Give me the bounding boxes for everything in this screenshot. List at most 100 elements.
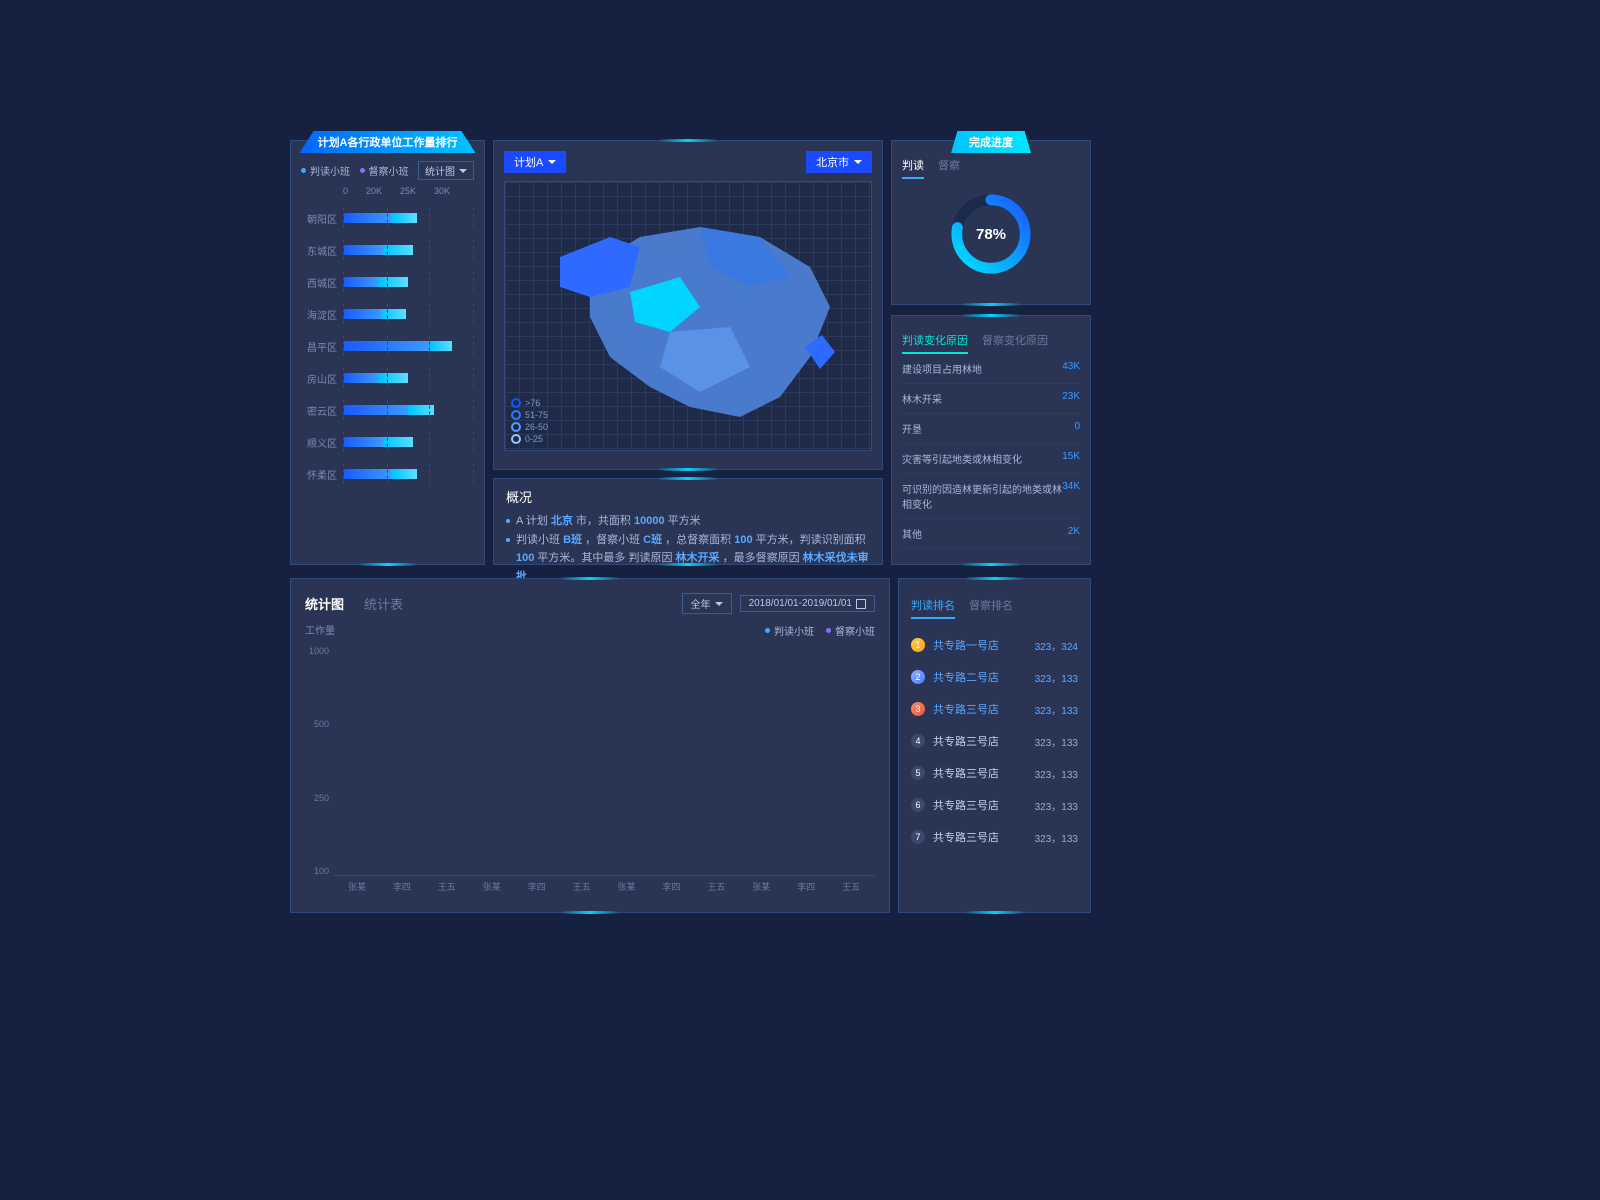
ranking-title: 计划A各行政单位工作量排行 xyxy=(300,131,476,153)
rank-name: 共专路三号店 xyxy=(933,829,1027,845)
rank-value: 323，133 xyxy=(1035,798,1078,813)
rank-track xyxy=(343,400,474,420)
rank-label: 顺义区 xyxy=(301,435,343,450)
reason-tabs: 判读变化原因 督察变化原因 xyxy=(902,332,1080,354)
ranking-panel: 计划A各行政单位工作量排行 判读小班 督察小班 统计图 0 20K 25K 30… xyxy=(290,140,485,565)
x-tick-label: 李四 xyxy=(788,880,824,893)
map-toolbar: 计划A 北京市 xyxy=(504,151,872,173)
ranklist-panel: 判读排名 督察排名 1 共专路一号店 323，324 2 共专路二号店 323，… xyxy=(898,578,1091,913)
y-axis: 1000500250100 xyxy=(305,646,333,876)
reason-row: 可识别的因造林更新引起的地类或林相变化34K xyxy=(902,474,1080,519)
reason-row: 建设项目占用林地43K xyxy=(902,354,1080,384)
rank-name: 共专路三号店 xyxy=(933,701,1027,717)
chart-tab-table[interactable]: 统计表 xyxy=(364,594,403,613)
overview-line-1: A 计划 北京 市，共面积 10000 平方米 xyxy=(506,512,870,531)
ranklist-row[interactable]: 3 共专路三号店 323，133 xyxy=(911,693,1078,725)
ranking-axis: 0 20K 25K 30K xyxy=(343,186,474,196)
rank-bar xyxy=(344,469,417,479)
rank-track xyxy=(343,208,474,228)
rank-label: 房山区 xyxy=(301,371,343,386)
x-tick-label: 王五 xyxy=(429,880,465,893)
rank-track xyxy=(343,240,474,260)
reason-panel: 判读变化原因 督察变化原因 建设项目占用林地43K林木开采23K开垦0 灾害等引起… xyxy=(891,315,1091,565)
x-tick-label: 李四 xyxy=(384,880,420,893)
dot-icon xyxy=(826,628,831,633)
chevron-down-icon xyxy=(548,160,556,164)
ranklist-row[interactable]: 2 共专路二号店 323，133 xyxy=(911,661,1078,693)
ranklist-row[interactable]: 5 共专路三号店 323，133 xyxy=(911,757,1078,789)
tab-inspect-rank[interactable]: 督察排名 xyxy=(969,597,1013,619)
tab-judge-reason[interactable]: 判读变化原因 xyxy=(902,332,968,354)
progress-tabs: 判读 督察 xyxy=(902,157,1080,179)
rank-bar xyxy=(344,309,406,319)
ranking-row: 海淀区 xyxy=(301,298,474,330)
rank-name: 共专路二号店 xyxy=(933,669,1027,685)
chart-panel: 统计图 统计表 全年 2018/01/01-2019/01/01 工作量 判读小… xyxy=(290,578,890,913)
reason-row: 开垦0 xyxy=(902,414,1080,444)
map-legend: >7651-7526-500-25 xyxy=(511,396,548,444)
chart-header: 统计图 统计表 全年 2018/01/01-2019/01/01 xyxy=(305,593,875,614)
chevron-down-icon xyxy=(459,169,467,173)
ranklist-row[interactable]: 4 共专路三号店 323，133 xyxy=(911,725,1078,757)
plan-dropdown[interactable]: 计划A xyxy=(504,151,566,173)
rank-badge: 2 xyxy=(911,670,925,684)
city-dropdown[interactable]: 北京市 xyxy=(806,151,872,173)
dot-icon xyxy=(360,168,365,173)
x-tick-label: 李四 xyxy=(653,880,689,893)
map-legend-row: 26-50 xyxy=(511,422,548,432)
reason-row: 林木开采23K xyxy=(902,384,1080,414)
dot-icon xyxy=(301,168,306,173)
donut-chart: 78% xyxy=(902,179,1080,289)
reason-value: 2K xyxy=(1068,526,1080,541)
ranking-row: 西城区 xyxy=(301,266,474,298)
ring-icon xyxy=(511,434,521,444)
reason-name: 其他 xyxy=(902,526,922,541)
bars-region xyxy=(333,646,875,876)
rank-track xyxy=(343,464,474,484)
x-tick-label: 王五 xyxy=(564,880,600,893)
rank-track xyxy=(343,272,474,292)
rank-value: 323，133 xyxy=(1035,702,1078,717)
chart-controls: 全年 2018/01/01-2019/01/01 xyxy=(682,593,875,614)
legend-item-1: 判读小班 xyxy=(301,163,350,178)
x-tick-label: 王五 xyxy=(833,880,869,893)
ranklist-row[interactable]: 1 共专路一号店 323，324 xyxy=(911,629,1078,661)
progress-panel: 完成进度 判读 督察 78% xyxy=(891,140,1091,305)
chevron-down-icon xyxy=(715,602,723,606)
chart-area: 1000500250100 xyxy=(305,646,875,876)
rank-name: 共专路一号店 xyxy=(933,637,1027,653)
period-dropdown[interactable]: 全年 xyxy=(682,593,732,614)
ranking-view-selector[interactable]: 统计图 xyxy=(418,161,474,180)
china-map-svg xyxy=(550,197,850,427)
chart-tab-chart[interactable]: 统计图 xyxy=(305,594,344,613)
reason-list: 建设项目占用林地43K林木开采23K开垦0 灾害等引起地类或林相变化 15K 可识别的… xyxy=(902,354,1080,549)
reason-name: 灾害等引起地类或林相变化 xyxy=(902,451,1022,466)
ranklist-tabs: 判读排名 督察排名 xyxy=(911,597,1078,619)
x-axis-labels: 张某李四王五张某李四王五张某李四王五张某李四王五 xyxy=(333,876,875,893)
rank-label: 怀柔区 xyxy=(301,467,343,482)
ring-icon xyxy=(511,410,521,420)
rank-label: 昌平区 xyxy=(301,339,343,354)
date-range-picker[interactable]: 2018/01/01-2019/01/01 xyxy=(740,595,875,612)
ring-icon xyxy=(511,422,521,432)
ranking-row: 朝阳区 xyxy=(301,202,474,234)
map-area[interactable]: >7651-7526-500-25 xyxy=(504,181,872,451)
x-tick-label: 王五 xyxy=(698,880,734,893)
tab-inspect[interactable]: 督察 xyxy=(938,157,960,179)
ranklist-row[interactable]: 7 共专路三号店 323，133 xyxy=(911,821,1078,853)
rank-name: 共专路三号店 xyxy=(933,765,1027,781)
tab-judge[interactable]: 判读 xyxy=(902,157,924,179)
bullet-icon xyxy=(506,519,510,523)
rank-badge: 3 xyxy=(911,702,925,716)
bullet-icon xyxy=(506,538,510,542)
rank-label: 西城区 xyxy=(301,275,343,290)
x-tick-label: 张某 xyxy=(609,880,645,893)
ranklist-row[interactable]: 6 共专路三号店 323，133 xyxy=(911,789,1078,821)
tab-judge-rank[interactable]: 判读排名 xyxy=(911,597,955,619)
reason-value: 15K xyxy=(1062,451,1080,466)
rank-value: 323，133 xyxy=(1035,734,1078,749)
calendar-icon xyxy=(856,599,866,609)
rank-name: 共专路三号店 xyxy=(933,797,1027,813)
x-tick-label: 张某 xyxy=(339,880,375,893)
tab-inspect-reason[interactable]: 督察变化原因 xyxy=(982,332,1048,354)
